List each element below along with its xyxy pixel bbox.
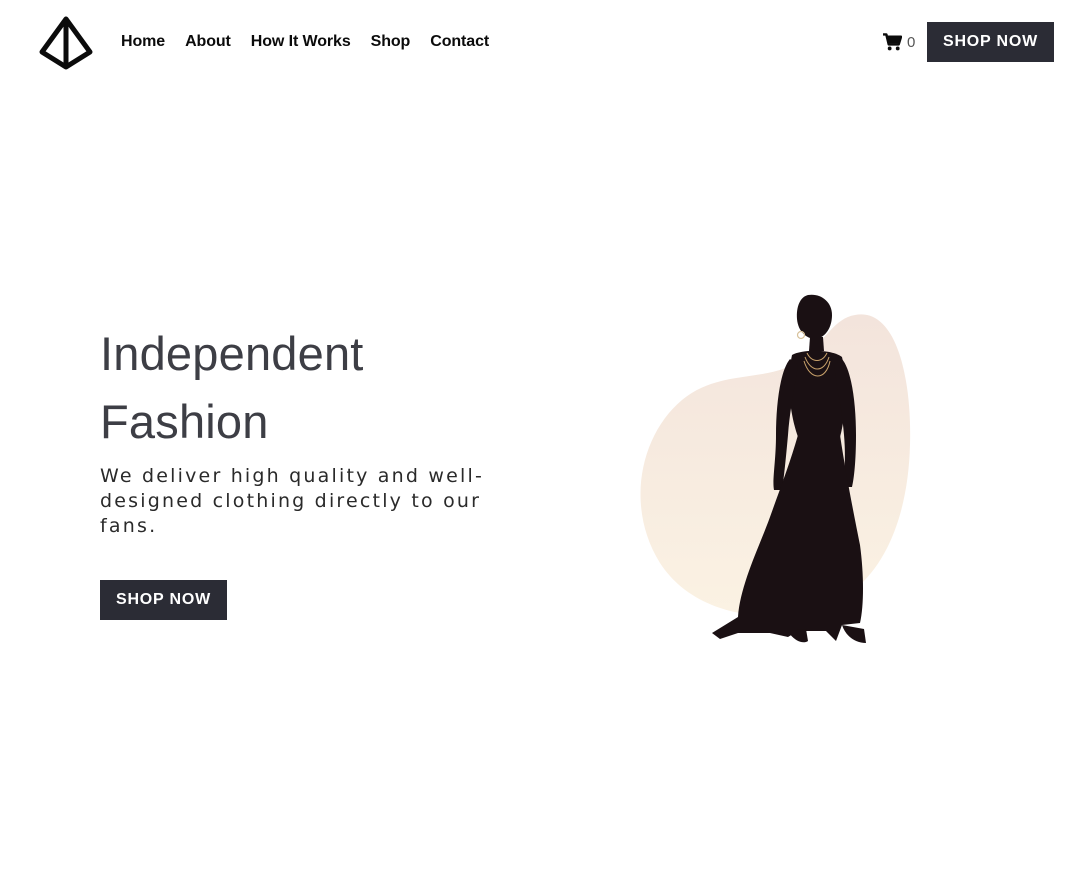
nav-home[interactable]: Home (121, 33, 165, 51)
hero-title-line1: Independent (100, 327, 364, 380)
header-shop-now-button[interactable]: SHOP NOW (927, 22, 1054, 62)
hero-subtitle: We deliver high quality and well-designe… (100, 465, 485, 537)
model-in-black-dress-image (640, 294, 911, 643)
main-nav: Home About How It Works Shop Contact (121, 32, 509, 52)
nav-about[interactable]: About (185, 33, 231, 51)
diamond-logo-icon[interactable] (38, 15, 94, 71)
hero-title: Independent Fashion (100, 320, 364, 456)
nav-contact[interactable]: Contact (430, 33, 489, 51)
page: Home About How It Works Shop Contact 0 S… (0, 0, 1085, 891)
hero-shop-now-button[interactable]: SHOP NOW (100, 580, 227, 620)
cart-link[interactable]: 0 (883, 31, 915, 53)
nav-how-it-works[interactable]: How It Works (251, 33, 351, 51)
cart-icon (883, 33, 902, 51)
nav-shop[interactable]: Shop (371, 33, 411, 51)
hero-title-line2: Fashion (100, 395, 269, 448)
cart-count: 0 (907, 33, 916, 51)
